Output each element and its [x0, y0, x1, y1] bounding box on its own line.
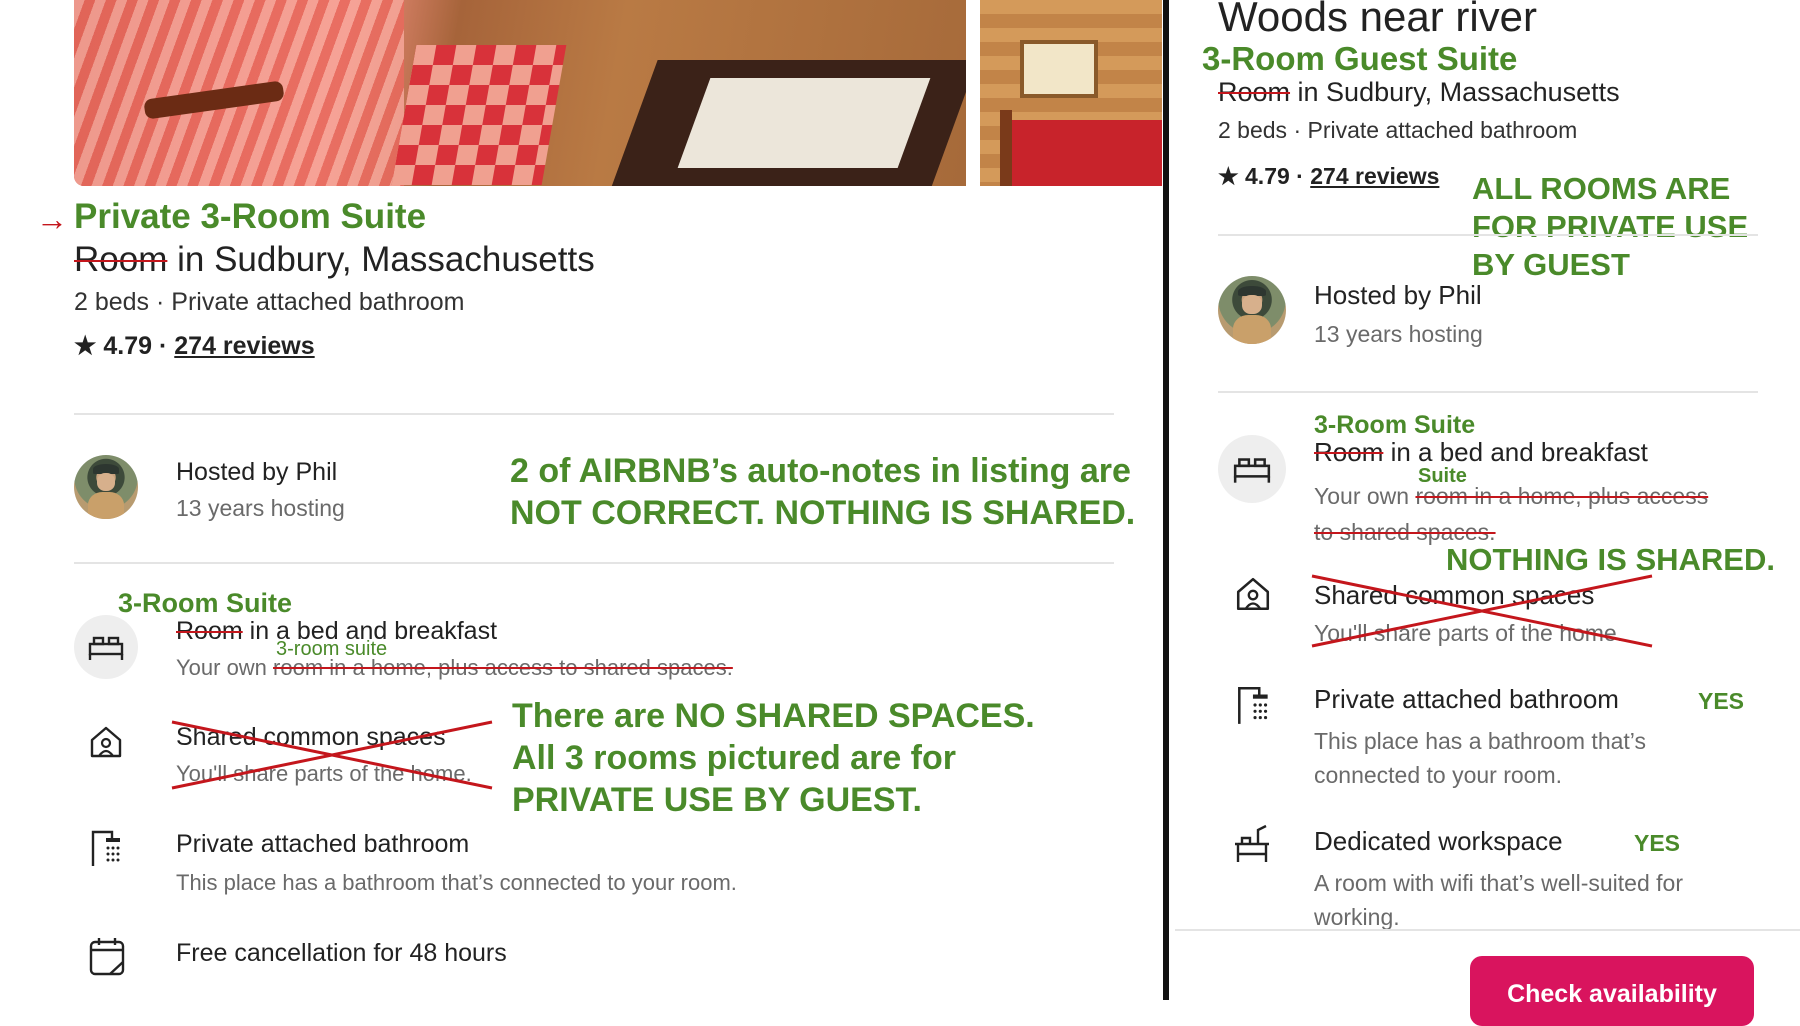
feature4-title: Dedicated workspace: [1314, 826, 1563, 856]
feature4-yes: YES: [1634, 830, 1681, 856]
listing-photo-secondary[interactable]: [980, 0, 1162, 186]
struck-word: Room: [1218, 77, 1291, 107]
divider: [1218, 391, 1758, 393]
rating-separator: ·: [152, 332, 175, 360]
rating-value: 4.79: [103, 332, 153, 360]
feature1-subtitle: Your own room in a home, plus access to …: [176, 655, 733, 681]
bed-icon: [74, 615, 138, 679]
calendar-icon: [88, 936, 126, 976]
reviews-link[interactable]: 274 reviews: [174, 332, 314, 360]
feature1-title-rest: in a bed and breakfast: [1383, 437, 1648, 467]
rating-row: ★ 4.79 · 274 reviews: [1218, 163, 1439, 190]
struck-word: Room: [74, 240, 168, 279]
bed-icon: [1218, 435, 1286, 503]
listing-photo-main[interactable]: [74, 0, 966, 186]
divider: [1175, 929, 1800, 931]
home-icon: [88, 724, 124, 760]
listing-title: Room in Sudbury, Massachusetts: [1218, 77, 1620, 108]
reviews-link[interactable]: 274 reviews: [1310, 163, 1439, 189]
struck-word: Room: [1314, 437, 1384, 467]
listing-title: Room in Sudbury, Massachusetts: [74, 240, 595, 280]
listing-subtitle: 2 beds · Private attached bathroom: [74, 288, 465, 316]
home-icon: [1234, 575, 1272, 613]
divider: [74, 562, 1114, 564]
host-name: Hosted by Phil: [1314, 280, 1482, 310]
strike-cross: [171, 720, 493, 790]
pointer-arrow: →: [36, 201, 68, 237]
listing-heading: Woods near river: [1218, 0, 1538, 40]
feature3-subtitle: This place has a bathroom that’s connect…: [1314, 728, 1646, 788]
host-years: 13 years hosting: [176, 495, 345, 521]
rating-value: 4.79: [1245, 163, 1290, 189]
shower-icon: [90, 828, 124, 868]
feature1-sub-prefix: Your own: [176, 655, 274, 680]
rating-separator: ·: [1289, 163, 1311, 189]
feature1-annotation: 3-Room Suite: [1314, 411, 1476, 439]
check-availability-button[interactable]: Check availability: [1470, 956, 1754, 1026]
feature1-annotation: 3-Room Suite: [118, 588, 293, 618]
title-rest: in Sudbury, Massachusetts: [167, 240, 595, 279]
rating-row: ★ 4.79 · 274 reviews: [74, 331, 315, 361]
feature3-title: Private attached bathroom: [176, 830, 470, 858]
host-name: Hosted by Phil: [176, 458, 338, 486]
divider: [1218, 234, 1758, 236]
feature3-title: Private attached bathroom: [1314, 684, 1619, 714]
feature4-title: Free cancellation for 48 hours: [176, 939, 507, 967]
no-shared-annotation: There are NO SHARED SPACES. All 3 rooms …: [512, 697, 1035, 819]
desk-icon: [1232, 824, 1272, 864]
private-annotation: ALL ROOMS ARE FOR PRIVATE USE BY GUEST: [1472, 171, 1749, 282]
star-icon: ★: [1218, 163, 1239, 189]
panel-separator: [1163, 0, 1169, 1000]
feature4-subtitle: A room with wifi that’s well-suited for …: [1314, 870, 1683, 930]
shower-icon: [1236, 684, 1272, 726]
host-avatar[interactable]: [74, 455, 138, 519]
feature1-title: Room in a bed and breakfast: [1314, 437, 1648, 468]
feature1-sub-prefix: Your own: [1314, 483, 1416, 509]
feature1-subtitle: Your own room in a home, plus access to …: [1314, 478, 1708, 550]
divider: [74, 413, 1114, 415]
title-annotation: Private 3-Room Suite: [74, 197, 427, 236]
strike-cross: [1311, 574, 1653, 648]
star-icon: ★: [74, 332, 97, 360]
host-avatar[interactable]: [1218, 276, 1286, 344]
listing-subtitle: 2 beds · Private attached bathroom: [1218, 117, 1578, 143]
host-years: 13 years hosting: [1314, 321, 1483, 347]
title-rest: in Sudbury, Massachusetts: [1290, 77, 1620, 107]
autonotes-annotation: 2 of AIRBNB’s auto-notes in listing are …: [510, 452, 1136, 532]
struck-word: Room: [176, 617, 243, 645]
feature1-sub-struck: room in a home, plus access to shared sp…: [273, 655, 733, 680]
feature3-subtitle: This place has a bathroom that’s connect…: [176, 870, 737, 895]
feature3-yes: YES: [1698, 688, 1745, 714]
title-annotation: 3-Room Guest Suite: [1202, 40, 1518, 77]
feature1-sub-struck-1: room in a home, plus access: [1415, 483, 1709, 509]
